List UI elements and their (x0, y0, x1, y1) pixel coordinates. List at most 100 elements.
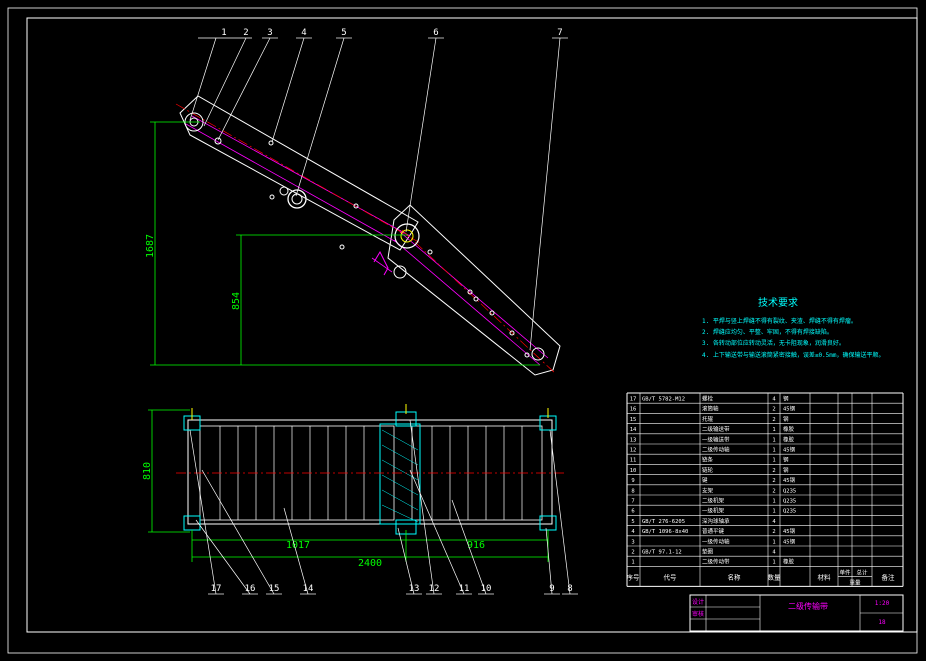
bom-row-qty: 1 (772, 560, 775, 566)
dim-length-total: 2400 (358, 558, 382, 569)
bom-row-no: 16 (630, 407, 637, 413)
bom-row-code: GB/T 276-6205 (642, 519, 685, 525)
callout-4: 4 (301, 28, 306, 38)
dim-height-2: 854 (231, 292, 242, 310)
callout-2: 2 (243, 28, 248, 38)
bom-row-name: 托辊 (702, 415, 714, 423)
bom-row-no: 11 (630, 458, 637, 464)
bom-row-no: 3 (631, 539, 634, 545)
callout-6: 6 (433, 28, 438, 38)
bom-row-material: 橡胶 (783, 435, 795, 443)
dim-length-1: 1017 (286, 540, 310, 551)
drawing-title: 二级传输带 (788, 601, 828, 611)
bom-row-name: 滚筒轴 (702, 405, 719, 413)
bom-row-material: Q235 (783, 488, 796, 494)
dim-frame-height: 810 (142, 462, 153, 480)
cad-drawing: 1687 854 1 2 3 4 5 6 7 810 1017 916 2400… (0, 0, 926, 661)
bom-row-qty: 2 (772, 417, 775, 423)
drawing-sheet: 18 (878, 619, 886, 626)
bom-row-material: 钢 (783, 395, 789, 403)
bom-row-material: Q235 (783, 499, 796, 505)
callout-3: 3 (267, 28, 272, 38)
bom-row-no: 9 (631, 478, 634, 484)
callout-9: 9 (549, 584, 554, 594)
tech-title: 技术要求 (758, 296, 798, 309)
bom-row-material: 橡胶 (783, 558, 795, 566)
bom-row-no: 6 (631, 509, 634, 515)
bom-row-name: 螺栓 (702, 395, 714, 403)
bom-row-name: 一级传动轴 (702, 537, 730, 545)
tech-line-1: 1. 平焊与竖上焊缝不得有裂纹、夹渣、焊缝不得有焊瘤。 (702, 317, 857, 325)
bom-header-qty: 数量 (768, 572, 782, 581)
bom-row-material: 45钢 (783, 405, 796, 413)
callout-15: 15 (269, 584, 280, 594)
bom-row-qty: 2 (772, 407, 775, 413)
bom-row-code: GB/T 5782-M12 (642, 397, 685, 403)
bom-header-unit: 单件 (839, 568, 851, 576)
bom-row-code: GB/T 1096-8x40 (642, 529, 688, 535)
bom-row-code: GB/T 97.1-12 (642, 550, 682, 556)
title-design-label: 设计 (692, 598, 704, 606)
callout-13: 13 (409, 584, 420, 594)
bom-header-code: 代号 (664, 572, 678, 581)
bom-row-qty: 1 (772, 499, 775, 505)
bom-row-no: 2 (631, 550, 634, 556)
bom-row-material: 45钢 (783, 476, 796, 484)
bom-row-no: 12 (630, 448, 637, 454)
callout-1: 1 (221, 28, 226, 38)
bom-row-no: 10 (630, 468, 637, 474)
bom-header-total: 总计 (856, 568, 868, 576)
bom-row-material: Q235 (783, 509, 796, 515)
bom-row-material: 45钢 (783, 537, 796, 545)
callout-5: 5 (341, 28, 346, 38)
bom-row-no: 13 (630, 437, 637, 443)
tech-line-2: 2. 焊缝应均匀、平整、牢固，不得有焊接缺陷。 (702, 328, 833, 336)
bom-row-no: 17 (630, 397, 637, 403)
bom-row-no: 8 (631, 488, 634, 494)
bom-row-qty: 1 (772, 509, 775, 515)
bom-row-material: 橡胶 (783, 425, 795, 433)
bom-header-material: 材料 (818, 572, 832, 581)
bom-row-qty: 1 (772, 458, 775, 464)
bom-row-name: 二级输送带 (702, 425, 730, 433)
bom-row-name: 二级传动轴 (702, 446, 730, 454)
title-check-label: 审核 (692, 610, 704, 618)
bom-row-name: 链条 (702, 456, 714, 464)
bom-header-note: 备注 (882, 572, 896, 581)
bom-row-name: 垫圈 (702, 548, 714, 556)
bom-header-no: 序号 (627, 572, 641, 581)
callout-10: 10 (481, 584, 492, 594)
bom-header-name: 名称 (728, 572, 742, 581)
bom-row-qty: 1 (772, 437, 775, 443)
bom-row-material: 45钢 (783, 446, 796, 454)
bom-row-qty: 2 (772, 488, 775, 494)
bom-row-qty: 2 (772, 478, 775, 484)
bom-row-material: 钢 (783, 466, 789, 474)
bom-row-no: 7 (631, 499, 634, 505)
bom-row-qty: 2 (772, 529, 775, 535)
tech-line-3: 3. 各转动部位应转动灵活，无卡阻现象，润滑良好。 (702, 339, 845, 347)
bom-row-material: 钢 (783, 415, 789, 423)
callout-11: 11 (459, 584, 470, 594)
bom-row-name: 键 (702, 476, 708, 484)
bom-row-name: 深沟球轴承 (702, 517, 730, 525)
callout-8: 8 (567, 584, 572, 594)
tech-line-4: 4. 上下输送带与输送滚筒紧密接触，误差≤0.5mm，确保输送平顺。 (702, 351, 885, 359)
bom-row-qty: 2 (772, 468, 775, 474)
dim-height-1: 1687 (145, 234, 156, 258)
bom-row-name: 二级机架 (702, 497, 725, 505)
callout-14: 14 (303, 584, 314, 594)
callout-17: 17 (211, 584, 222, 594)
bom-row-no: 14 (630, 427, 637, 433)
callout-12: 12 (429, 584, 440, 594)
bom-row-qty: 1 (772, 427, 775, 433)
bom-row-no: 5 (631, 519, 634, 525)
bom-row-name: 一级机架 (702, 507, 725, 515)
bom-row-name: 普通平键 (702, 527, 725, 535)
bom-row-name: 支架 (702, 486, 714, 494)
drawing-scale: 1:20 (875, 600, 890, 607)
bom-row-no: 1 (631, 560, 634, 566)
bom-row-qty: 1 (772, 539, 775, 545)
bom-row-name: 一级输送带 (702, 435, 730, 443)
bom-row-name: 二级传动带 (702, 558, 730, 566)
